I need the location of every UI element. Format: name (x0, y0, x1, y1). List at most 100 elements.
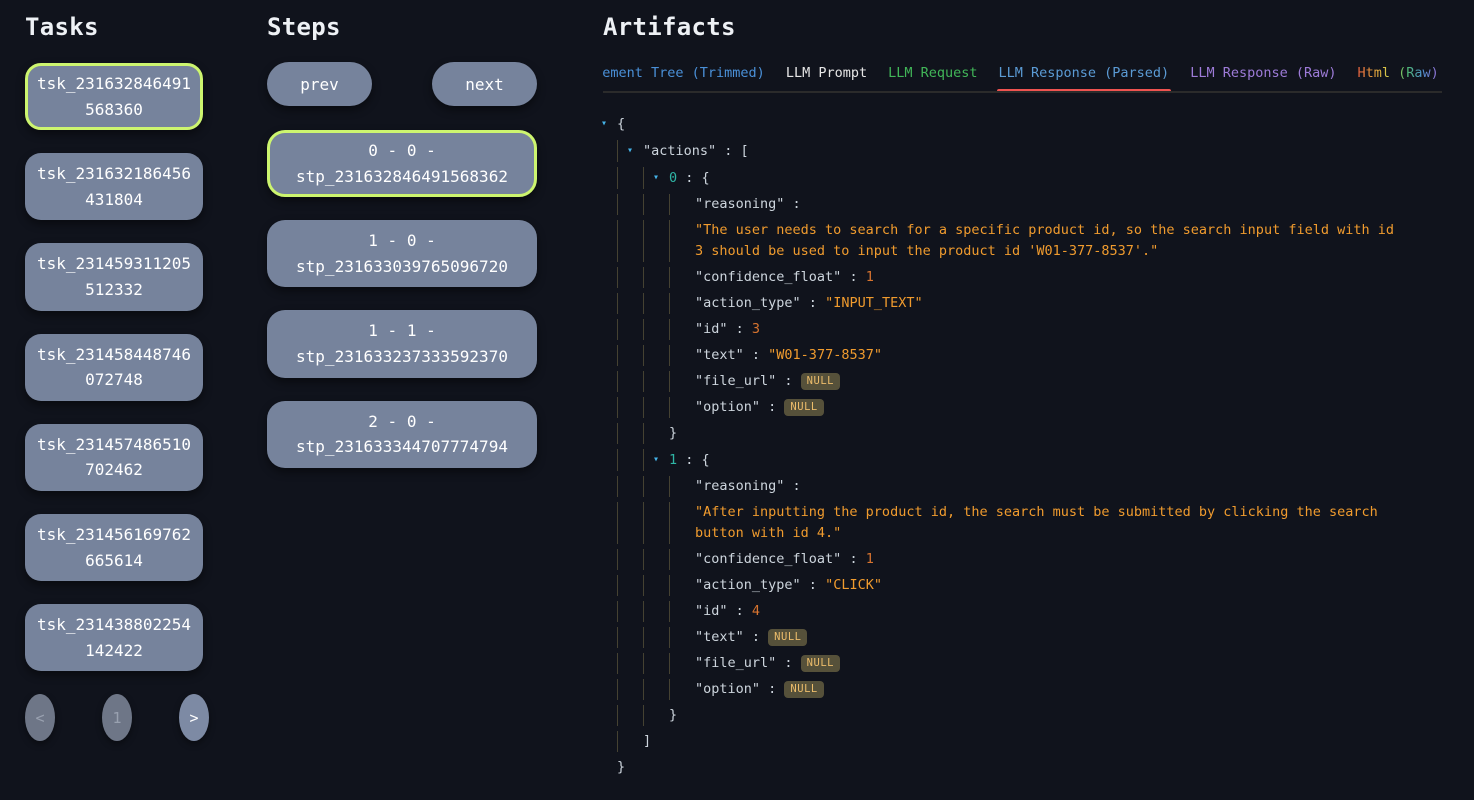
steps-title: Steps (267, 13, 537, 41)
tasks-panel: Tasks tsk_231632846491568360tsk_23163218… (25, 13, 203, 800)
json-line-content: } (669, 705, 1442, 726)
json-punct: : (776, 655, 800, 671)
app-root: Tasks tsk_231632846491568360tsk_23163218… (0, 0, 1474, 800)
tab-llm-response-raw[interactable]: LLM Response (Raw) (1190, 65, 1336, 81)
json-line: "reasoning" : (617, 191, 1442, 217)
tab-llm-prompt[interactable]: LLM Prompt (786, 65, 867, 81)
task-button[interactable]: tsk_231438802254142422 (25, 604, 203, 671)
indent-guide (617, 319, 643, 340)
json-line: "action_type" : "CLICK" (617, 572, 1442, 598)
indent-guide (643, 397, 669, 418)
json-line: ▾"actions" : [ (617, 137, 1442, 164)
indent-guide (617, 575, 643, 596)
json-value-number: 3 (752, 321, 760, 337)
indent-guide (643, 345, 669, 366)
indent-guide (643, 705, 669, 726)
indent-guide (617, 293, 643, 314)
indent-guide (643, 220, 669, 262)
json-line: "After inputting the product id, the sea… (617, 499, 1442, 546)
artifact-tabs: Element Tree (Trimmed) LLM Prompt LLM Requ… (603, 65, 1442, 93)
json-line: ▾{ (617, 110, 1442, 137)
json-value-string: "W01-377-8537" (768, 347, 882, 363)
next-step-button[interactable]: next (432, 62, 537, 106)
json-value-number: 1 (866, 269, 874, 285)
task-button[interactable]: tsk_231632186456431804 (25, 153, 203, 220)
step-button[interactable]: 0 - 0 - stp_231632846491568362 (267, 130, 537, 197)
indent-guide (617, 371, 643, 392)
prev-step-button[interactable]: prev (267, 62, 372, 106)
step-button[interactable]: 2 - 0 - stp_231633344707774794 (267, 401, 537, 468)
indent-guide (617, 345, 643, 366)
json-line-content: "reasoning" : (695, 194, 1442, 215)
json-line-content: "action_type" : "INPUT_TEXT" (695, 293, 1442, 314)
indent-guide (669, 397, 695, 418)
json-array-index: 0 (669, 170, 677, 186)
step-button[interactable]: 1 - 0 - stp_231633039765096720 (267, 220, 537, 287)
task-button[interactable]: tsk_231459311205512332 (25, 243, 203, 310)
collapse-arrow-icon[interactable]: ▾ (601, 113, 617, 134)
task-button[interactable]: tsk_231457486510702462 (25, 424, 203, 491)
pagination-prev-button[interactable]: < (25, 694, 55, 741)
tab-llm-request[interactable]: LLM Request (888, 65, 977, 81)
pagination-page-1-button[interactable]: 1 (102, 694, 132, 741)
json-line-content: "The user needs to search for a specific… (695, 220, 1442, 262)
json-line: "text" : "W01-377-8537" (617, 342, 1442, 368)
json-line: ] (617, 728, 1442, 754)
json-line: "The user needs to search for a specific… (617, 217, 1442, 264)
indent-guide (617, 423, 643, 444)
indent-guide (669, 371, 695, 392)
indent-guide (643, 627, 669, 648)
json-line: "action_type" : "INPUT_TEXT" (617, 290, 1442, 316)
step-nav: prev next (267, 62, 537, 106)
indent-guide (669, 267, 695, 288)
json-line-content: "action_type" : "CLICK" (695, 575, 1442, 596)
indent-guide (643, 575, 669, 596)
collapse-arrow-icon[interactable]: ▾ (653, 449, 669, 470)
tab-element-tree-trimmed[interactable]: Element Tree (Trimmed) (603, 65, 765, 81)
task-button[interactable]: tsk_231458448746072748 (25, 334, 203, 401)
json-viewer: ▾{▾"actions" : [▾0 : {"reasoning" :"The … (603, 110, 1442, 780)
indent-guide (643, 423, 669, 444)
task-list: tsk_231632846491568360 tsk_23163218645643… (25, 63, 203, 671)
indent-guide (617, 267, 643, 288)
indent-guide (643, 476, 669, 497)
json-punct: : { (677, 452, 710, 468)
json-line-content: ▾"actions" : [ (643, 140, 1442, 162)
step-button[interactable]: 1 - 1 - stp_231633237333592370 (267, 310, 537, 377)
json-key: "file_url" (695, 655, 776, 671)
tab-llm-response-parsed[interactable]: LLM Response (Parsed) (999, 65, 1170, 81)
json-line: "option" : NULL (617, 394, 1442, 420)
indent-guide (617, 653, 643, 674)
json-key: "text" (695, 347, 744, 363)
json-value-number: 1 (866, 551, 874, 567)
json-key: "option" (695, 399, 760, 415)
json-line-content: "confidence_float" : 1 (695, 267, 1442, 288)
indent-guide (643, 601, 669, 622)
pagination-next-button[interactable]: > (179, 694, 209, 741)
task-button[interactable]: tsk_231632846491568360 (25, 63, 203, 130)
json-line-content: "file_url" : NULL (695, 653, 1442, 674)
json-line: "id" : 3 (617, 316, 1442, 342)
json-punct: : (784, 478, 800, 494)
indent-guide (617, 502, 643, 544)
json-line: } (617, 702, 1442, 728)
json-value-string: "INPUT_TEXT" (825, 295, 923, 311)
json-punct: : (801, 295, 825, 311)
json-punct: : (760, 681, 784, 697)
tab-html-raw[interactable]: Html (Raw) (1358, 65, 1439, 81)
collapse-arrow-icon[interactable]: ▾ (627, 140, 643, 161)
indent-guide (617, 679, 643, 700)
json-array-index: 1 (669, 452, 677, 468)
json-key: "confidence_float" (695, 269, 841, 285)
indent-guide (669, 220, 695, 262)
json-value-number: 4 (752, 603, 760, 619)
json-line-content: ] (643, 731, 1442, 752)
json-key: "option" (695, 681, 760, 697)
json-key: "action_type" (695, 295, 801, 311)
task-button[interactable]: tsk_231456169762665614 (25, 514, 203, 581)
indent-guide (643, 549, 669, 570)
collapse-arrow-icon[interactable]: ▾ (653, 167, 669, 188)
indent-guide (617, 549, 643, 570)
json-punct: : (841, 269, 865, 285)
json-line: "option" : NULL (617, 676, 1442, 702)
